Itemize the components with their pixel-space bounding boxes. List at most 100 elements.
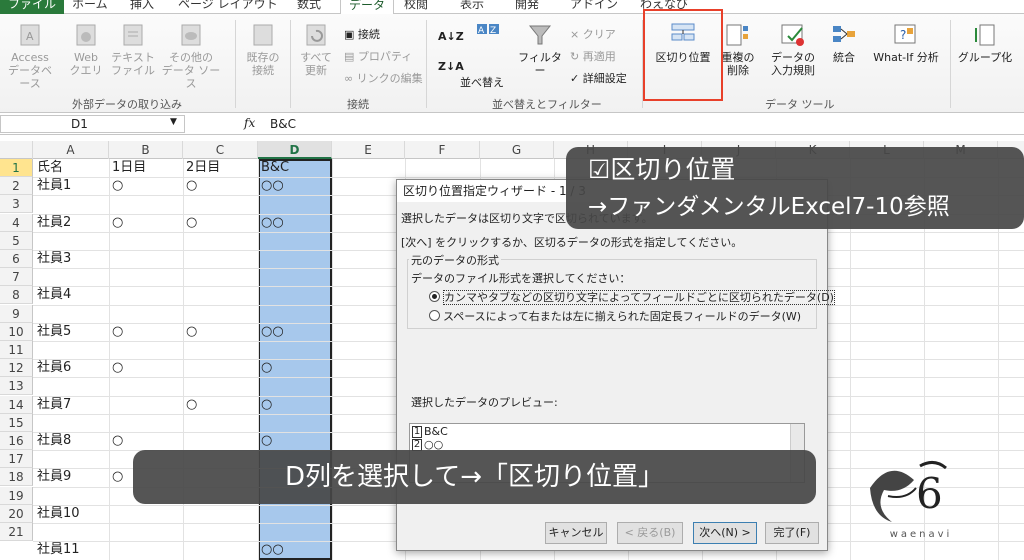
sort-asc-button[interactable]: A↓Z — [438, 30, 464, 43]
reapply-button[interactable]: ↻ 再適用 — [570, 48, 616, 64]
consolidate-button[interactable]: 統合 — [826, 22, 862, 64]
cell-d10[interactable]: ○○ — [261, 323, 284, 341]
row-header-18[interactable]: 18 — [0, 468, 33, 487]
row-header-20[interactable]: 20 — [0, 504, 33, 523]
radio-delimited[interactable] — [429, 291, 440, 302]
existing-connections-button[interactable]: 既存の 接続 — [240, 22, 286, 77]
row-header-19[interactable]: 19 — [0, 486, 33, 505]
tab-file[interactable]: ファイル — [0, 0, 65, 14]
corner-select-all[interactable] — [0, 141, 33, 159]
row-header-13[interactable]: 13 — [0, 377, 33, 396]
column-header-g[interactable]: G — [480, 141, 554, 159]
other-sources-button[interactable]: その他の データ ソース — [158, 22, 224, 90]
column-header-b[interactable]: B — [109, 141, 183, 159]
fx-icon[interactable]: fx — [244, 116, 255, 130]
edit-links-button[interactable]: ∞ リンクの編集 — [344, 70, 423, 86]
column-header-c[interactable]: C — [183, 141, 258, 159]
tab-page-layout[interactable]: ページ レイアウト — [178, 0, 278, 14]
tab-home[interactable]: ホーム — [72, 0, 108, 14]
cell-a10[interactable]: 社員5 — [37, 323, 71, 341]
column-header-f[interactable]: F — [405, 141, 480, 159]
filter-button[interactable]: フィルター — [516, 22, 564, 77]
cancel-button[interactable]: キャンセル — [545, 522, 607, 544]
name-box[interactable]: D1 — [0, 115, 185, 133]
cell-d16[interactable]: ○ — [261, 432, 272, 450]
tab-addins[interactable]: アドイン — [570, 0, 618, 14]
row-header-8[interactable]: 8 — [0, 286, 33, 305]
cell-b10[interactable]: ○ — [112, 323, 123, 341]
tab-developer[interactable]: 開発 — [515, 0, 539, 14]
next-button[interactable]: 次へ(N) > — [693, 522, 757, 544]
row-header-16[interactable]: 16 — [0, 432, 33, 450]
advanced-button[interactable]: ✓ 詳細設定 — [570, 70, 627, 86]
cell-c2[interactable]: ○ — [186, 177, 197, 195]
row-header-3[interactable]: 3 — [0, 195, 33, 214]
row-header-21[interactable]: 21 — [0, 523, 33, 541]
option-fixed-width[interactable]: スペースによって右または左に揃えられた固定長フィールドのデータ(W) — [429, 308, 801, 324]
cell-a1[interactable]: 氏名 — [37, 159, 63, 177]
what-if-button[interactable]: ? What-If 分析 — [866, 22, 946, 64]
row-header-7[interactable]: 7 — [0, 268, 33, 287]
group-button[interactable]: グループ化 — [955, 22, 1015, 64]
row-header-11[interactable]: 11 — [0, 341, 33, 359]
cell-d14[interactable]: ○ — [261, 396, 272, 414]
row-header-5[interactable]: 5 — [0, 231, 33, 250]
cell-a18[interactable]: 社員9 — [37, 468, 71, 486]
cell-b16[interactable]: ○ — [112, 432, 123, 450]
cell-a20[interactable]: 社員10 — [37, 505, 80, 523]
from-web-button[interactable]: Web クエリ — [66, 22, 106, 77]
name-box-dropdown-icon[interactable]: ▼ — [170, 117, 177, 127]
cell-d1[interactable]: B&C — [261, 159, 289, 177]
cell-b12[interactable]: ○ — [112, 359, 123, 377]
tab-insert[interactable]: 挿入 — [130, 0, 154, 14]
tab-data[interactable]: データ — [340, 0, 395, 14]
tab-formulas[interactable]: 数式 — [297, 0, 321, 14]
from-text-button[interactable]: テキスト ファイル — [110, 22, 156, 77]
row-header-10[interactable]: 10 — [0, 322, 33, 341]
option-delimited[interactable]: カンマやタブなどの区切り文字によってフィールドごとに区切られたデータ(D) — [429, 289, 835, 305]
sort-desc-button[interactable]: Z↓A — [438, 60, 464, 73]
cell-d12[interactable]: ○ — [261, 359, 272, 377]
column-header-d[interactable]: D — [258, 141, 332, 159]
tab-view[interactable]: 表示 — [460, 0, 484, 14]
formula-input[interactable]: B&C — [270, 117, 296, 131]
row-header-9[interactable]: 9 — [0, 304, 33, 323]
back-button[interactable]: < 戻る(B) — [617, 522, 683, 544]
cell-a12[interactable]: 社員6 — [37, 359, 71, 377]
clear-button[interactable]: ⨯ クリア — [570, 26, 616, 42]
cell-b2[interactable]: ○ — [112, 177, 123, 195]
cell-a4[interactable]: 社員2 — [37, 214, 71, 232]
tab-review[interactable]: 校閲 — [404, 0, 428, 14]
data-validation-button[interactable]: データの 入力規則 — [762, 22, 824, 77]
row-header-4[interactable]: 4 — [0, 213, 33, 232]
cell-b1[interactable]: 1日目 — [112, 159, 146, 177]
cell-a14[interactable]: 社員7 — [37, 396, 71, 414]
cell-a2[interactable]: 社員1 — [37, 177, 71, 195]
row-header-17[interactable]: 17 — [0, 450, 33, 469]
cell-a6[interactable]: 社員3 — [37, 250, 71, 268]
properties-button[interactable]: ▤ プロパティ — [344, 48, 412, 64]
cell-a16[interactable]: 社員8 — [37, 432, 71, 450]
column-header-e[interactable]: E — [332, 141, 405, 159]
cell-a8[interactable]: 社員4 — [37, 286, 71, 304]
cell-a22[interactable]: 社員11 — [37, 541, 80, 559]
row-header-2[interactable]: 2 — [0, 177, 33, 196]
cell-c4[interactable]: ○ — [186, 214, 197, 232]
cell-c10[interactable]: ○ — [186, 323, 197, 341]
row-header-15[interactable]: 15 — [0, 413, 33, 432]
cell-b18[interactable]: ○ — [112, 468, 123, 486]
column-header-a[interactable]: A — [33, 141, 109, 159]
sort-button[interactable]: AZ — [466, 22, 510, 51]
row-header-6[interactable]: 6 — [0, 250, 33, 268]
cell-c1[interactable]: 2日目 — [186, 159, 220, 177]
cell-b4[interactable]: ○ — [112, 214, 123, 232]
cell-d2[interactable]: ○○ — [261, 177, 284, 195]
connections-button[interactable]: ▣ 接続 — [344, 26, 380, 42]
row-header-14[interactable]: 14 — [0, 395, 33, 414]
finish-button[interactable]: 完了(F) — [765, 522, 819, 544]
cell-d4[interactable]: ○○ — [261, 214, 284, 232]
row-header-12[interactable]: 12 — [0, 359, 33, 378]
cell-d22[interactable]: ○○ — [261, 541, 284, 559]
from-access-button[interactable]: A Access データベース — [6, 22, 54, 90]
radio-fixed-width[interactable] — [429, 310, 440, 321]
